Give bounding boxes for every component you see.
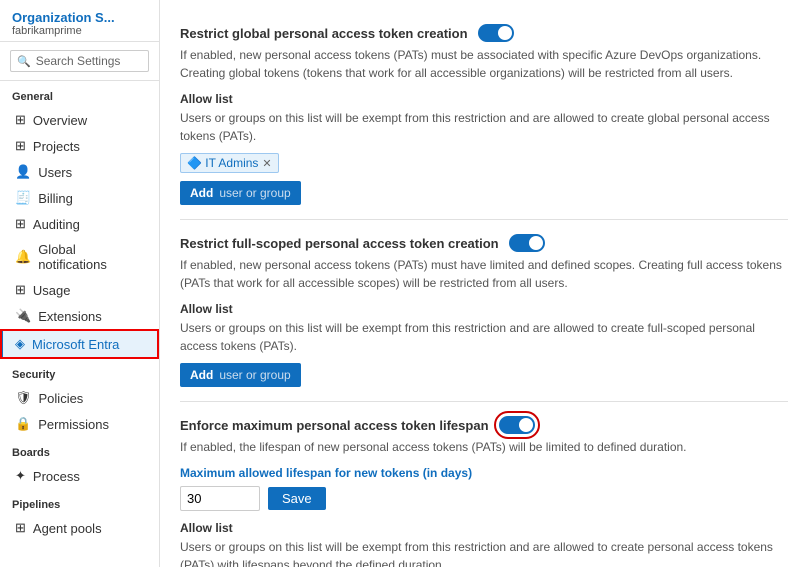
full-scoped-add-sub: user or group xyxy=(219,368,290,382)
sidebar-item-projects-label: Projects xyxy=(33,139,80,154)
max-lifespan-title: Enforce maximum personal access token li… xyxy=(180,418,489,433)
global-pat-allow-list-desc: Users or groups on this list will be exe… xyxy=(180,109,788,145)
microsoft-entra-icon: ◈ xyxy=(15,336,25,352)
max-lifespan-field-label: Maximum allowed lifespan for new tokens … xyxy=(180,466,788,480)
lifespan-row: Save xyxy=(180,486,788,511)
full-scoped-pat-desc: If enabled, new personal access tokens (… xyxy=(180,256,788,292)
max-lifespan-toggle[interactable] xyxy=(499,416,535,434)
extensions-icon: 🔌 xyxy=(15,308,31,324)
lifespan-input[interactable] xyxy=(180,486,260,511)
global-pat-add-label: Add xyxy=(190,186,213,200)
sidebar-item-agent-pools[interactable]: ⊞ Agent pools xyxy=(0,515,159,541)
global-pat-add-sub: user or group xyxy=(219,186,290,200)
sidebar-item-policies[interactable]: 🛡 Policies xyxy=(0,385,159,411)
sidebar-item-billing-label: Billing xyxy=(38,191,73,206)
sidebar-item-auditing[interactable]: ⊞ Auditing xyxy=(0,211,159,237)
overview-icon: ⊞ xyxy=(15,112,26,128)
sidebar-item-users-label: Users xyxy=(38,165,72,180)
section-label-boards: Boards xyxy=(0,437,159,463)
max-lifespan-desc: If enabled, the lifespan of new personal… xyxy=(180,438,788,456)
users-icon: 👤 xyxy=(15,164,31,180)
block-global-pat: Restrict global personal access token cr… xyxy=(180,10,788,220)
projects-icon: ⊞ xyxy=(15,138,26,154)
sidebar-item-users[interactable]: 👤 Users xyxy=(0,159,159,185)
sidebar-search-area[interactable]: 🔍 Search Settings xyxy=(0,42,159,81)
search-input-label: Search Settings xyxy=(36,54,121,68)
toggle-row-full-scoped: Restrict full-scoped personal access tok… xyxy=(180,234,788,252)
sidebar-item-overview[interactable]: ⊞ Overview xyxy=(0,107,159,133)
sidebar-item-overview-label: Overview xyxy=(33,113,87,128)
search-icon: 🔍 xyxy=(17,55,31,68)
sidebar-item-microsoft-entra-label: Microsoft Entra xyxy=(32,337,119,352)
save-button[interactable]: Save xyxy=(268,487,326,510)
sidebar-item-process[interactable]: ✦ Process xyxy=(0,463,159,489)
tag-it-admins: 🔷 IT Admins ✕ xyxy=(180,153,279,173)
section-label-security: Security xyxy=(0,359,159,385)
sidebar-item-billing[interactable]: 🧾 Billing xyxy=(0,185,159,211)
global-pat-allow-list-label: Allow list xyxy=(180,92,788,106)
policies-icon: 🛡 xyxy=(15,390,32,406)
sidebar-item-projects[interactable]: ⊞ Projects xyxy=(0,133,159,159)
sidebar-item-process-label: Process xyxy=(33,469,80,484)
tag-it-admins-label: 🔷 IT Admins xyxy=(187,156,258,170)
full-scoped-pat-title: Restrict full-scoped personal access tok… xyxy=(180,236,499,251)
notifications-icon: 🔔 xyxy=(15,249,31,265)
full-scoped-pat-toggle[interactable] xyxy=(509,234,545,252)
max-lifespan-allow-list-desc: Users or groups on this list will be exe… xyxy=(180,538,788,567)
sidebar-item-extensions-label: Extensions xyxy=(38,309,102,324)
main-content: Restrict global personal access token cr… xyxy=(160,0,808,567)
sidebar-item-extensions[interactable]: 🔌 Extensions xyxy=(0,303,159,329)
global-pat-title: Restrict global personal access token cr… xyxy=(180,26,468,41)
tag-it-admins-remove[interactable]: ✕ xyxy=(262,157,271,170)
sidebar: Organization S... fabrikamprime 🔍 Search… xyxy=(0,0,160,567)
search-box[interactable]: 🔍 Search Settings xyxy=(10,50,149,72)
org-header: Organization S... fabrikamprime xyxy=(0,0,159,42)
global-pat-toggle[interactable] xyxy=(478,24,514,42)
section-label-general: General xyxy=(0,81,159,107)
full-scoped-add-button[interactable]: Add user or group xyxy=(180,363,301,387)
full-scoped-allow-list-label: Allow list xyxy=(180,302,788,316)
toggle-row-global-pat: Restrict global personal access token cr… xyxy=(180,24,788,42)
sidebar-item-agent-pools-label: Agent pools xyxy=(33,521,102,536)
full-scoped-allow-list-desc: Users or groups on this list will be exe… xyxy=(180,319,788,355)
permissions-icon: 🔒 xyxy=(15,416,31,432)
agent-pools-icon: ⊞ xyxy=(15,520,26,536)
section-label-pipelines: Pipelines xyxy=(0,489,159,515)
global-pat-add-button[interactable]: Add user or group xyxy=(180,181,301,205)
global-pat-tags: 🔷 IT Admins ✕ xyxy=(180,153,788,173)
block-full-scoped-pat: Restrict full-scoped personal access tok… xyxy=(180,220,788,402)
sidebar-item-auditing-label: Auditing xyxy=(33,217,80,232)
sidebar-item-global-notifications-label: Global notifications xyxy=(38,242,147,272)
full-scoped-add-label: Add xyxy=(190,368,213,382)
sidebar-item-policies-label: Policies xyxy=(39,391,84,406)
sidebar-item-permissions[interactable]: 🔒 Permissions xyxy=(0,411,159,437)
billing-icon: 🧾 xyxy=(15,190,31,206)
toggle-row-max-lifespan: Enforce maximum personal access token li… xyxy=(180,416,788,434)
max-lifespan-allow-list-label: Allow list xyxy=(180,521,788,535)
usage-icon: ⊞ xyxy=(15,282,26,298)
auditing-icon: ⊞ xyxy=(15,216,26,232)
sidebar-item-permissions-label: Permissions xyxy=(38,417,109,432)
global-pat-desc: If enabled, new personal access tokens (… xyxy=(180,46,788,82)
sidebar-item-microsoft-entra[interactable]: ◈ Microsoft Entra xyxy=(0,329,159,359)
sidebar-item-usage[interactable]: ⊞ Usage xyxy=(0,277,159,303)
block-max-lifespan: Enforce maximum personal access token li… xyxy=(180,402,788,567)
process-icon: ✦ xyxy=(15,468,26,484)
sidebar-item-global-notifications[interactable]: 🔔 Global notifications xyxy=(0,237,159,277)
sidebar-item-usage-label: Usage xyxy=(33,283,71,298)
org-sub: fabrikamprime xyxy=(12,25,147,37)
org-name: Organization S... xyxy=(12,10,147,25)
